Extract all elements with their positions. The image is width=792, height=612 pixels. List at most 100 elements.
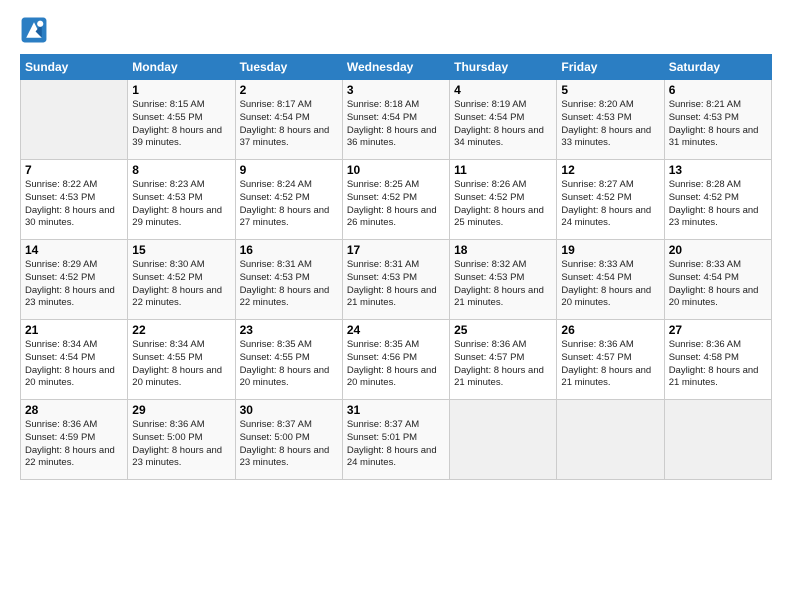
calendar-cell: 24 Sunrise: 8:35 AMSunset: 4:56 PMDayligh… — [342, 320, 449, 400]
week-row-1: 1 Sunrise: 8:15 AMSunset: 4:55 PMDaylight… — [21, 80, 772, 160]
header — [20, 16, 772, 44]
day-info: Sunrise: 8:26 AMSunset: 4:52 PMDaylight:… — [454, 179, 552, 230]
day-number: 4 — [454, 83, 552, 97]
day-header-wednesday: Wednesday — [342, 55, 449, 80]
calendar-container: SundayMondayTuesdayWednesdayThursdayFrid… — [0, 0, 792, 490]
day-info: Sunrise: 8:36 AMSunset: 4:57 PMDaylight:… — [454, 339, 552, 390]
calendar-cell: 7 Sunrise: 8:22 AMSunset: 4:53 PMDaylight… — [21, 160, 128, 240]
day-info: Sunrise: 8:27 AMSunset: 4:52 PMDaylight:… — [561, 179, 659, 230]
day-number: 7 — [25, 163, 123, 177]
day-number: 16 — [240, 243, 338, 257]
day-number: 18 — [454, 243, 552, 257]
calendar-cell: 5 Sunrise: 8:20 AMSunset: 4:53 PMDaylight… — [557, 80, 664, 160]
day-number: 26 — [561, 323, 659, 337]
day-info: Sunrise: 8:32 AMSunset: 4:53 PMDaylight:… — [454, 259, 552, 310]
day-number: 25 — [454, 323, 552, 337]
calendar-cell: 21 Sunrise: 8:34 AMSunset: 4:54 PMDayligh… — [21, 320, 128, 400]
day-info: Sunrise: 8:37 AMSunset: 5:01 PMDaylight:… — [347, 419, 445, 470]
calendar-cell: 31 Sunrise: 8:37 AMSunset: 5:01 PMDayligh… — [342, 400, 449, 480]
logo — [20, 16, 52, 44]
calendar-cell: 12 Sunrise: 8:27 AMSunset: 4:52 PMDayligh… — [557, 160, 664, 240]
calendar-cell: 11 Sunrise: 8:26 AMSunset: 4:52 PMDayligh… — [450, 160, 557, 240]
week-row-2: 7 Sunrise: 8:22 AMSunset: 4:53 PMDaylight… — [21, 160, 772, 240]
calendar-cell: 1 Sunrise: 8:15 AMSunset: 4:55 PMDaylight… — [128, 80, 235, 160]
day-info: Sunrise: 8:35 AMSunset: 4:56 PMDaylight:… — [347, 339, 445, 390]
calendar-cell: 16 Sunrise: 8:31 AMSunset: 4:53 PMDayligh… — [235, 240, 342, 320]
day-info: Sunrise: 8:15 AMSunset: 4:55 PMDaylight:… — [132, 99, 230, 150]
day-info: Sunrise: 8:24 AMSunset: 4:52 PMDaylight:… — [240, 179, 338, 230]
day-info: Sunrise: 8:29 AMSunset: 4:52 PMDaylight:… — [25, 259, 123, 310]
day-number: 24 — [347, 323, 445, 337]
calendar-cell: 18 Sunrise: 8:32 AMSunset: 4:53 PMDayligh… — [450, 240, 557, 320]
day-number: 5 — [561, 83, 659, 97]
day-number: 17 — [347, 243, 445, 257]
calendar-cell — [21, 80, 128, 160]
day-info: Sunrise: 8:36 AMSunset: 4:59 PMDaylight:… — [25, 419, 123, 470]
calendar-cell: 20 Sunrise: 8:33 AMSunset: 4:54 PMDayligh… — [664, 240, 771, 320]
calendar-cell: 6Sunrise: 8:21 AMSunset: 4:53 PMDaylight… — [664, 80, 771, 160]
day-number: 15 — [132, 243, 230, 257]
calendar-cell: 10 Sunrise: 8:25 AMSunset: 4:52 PMDayligh… — [342, 160, 449, 240]
day-info: Sunrise: 8:36 AMSunset: 5:00 PMDaylight:… — [132, 419, 230, 470]
calendar-cell: 17 Sunrise: 8:31 AMSunset: 4:53 PMDayligh… — [342, 240, 449, 320]
day-info: Sunrise: 8:17 AMSunset: 4:54 PMDaylight:… — [240, 99, 338, 150]
day-header-sunday: Sunday — [21, 55, 128, 80]
day-number: 21 — [25, 323, 123, 337]
day-info: Sunrise: 8:19 AMSunset: 4:54 PMDaylight:… — [454, 99, 552, 150]
calendar-cell: 19Sunrise: 8:33 AMSunset: 4:54 PMDayligh… — [557, 240, 664, 320]
day-number: 2 — [240, 83, 338, 97]
calendar-cell: 29 Sunrise: 8:36 AMSunset: 5:00 PMDayligh… — [128, 400, 235, 480]
calendar-cell: 14Sunrise: 8:29 AMSunset: 4:52 PMDayligh… — [21, 240, 128, 320]
day-number: 30 — [240, 403, 338, 417]
day-info: Sunrise: 8:25 AMSunset: 4:52 PMDaylight:… — [347, 179, 445, 230]
calendar-cell: 8Sunrise: 8:23 AMSunset: 4:53 PMDaylight… — [128, 160, 235, 240]
calendar-cell: 4 Sunrise: 8:19 AMSunset: 4:54 PMDaylight… — [450, 80, 557, 160]
day-number: 11 — [454, 163, 552, 177]
calendar-cell: 26 Sunrise: 8:36 AMSunset: 4:57 PMDayligh… — [557, 320, 664, 400]
calendar-cell: 30Sunrise: 8:37 AMSunset: 5:00 PMDayligh… — [235, 400, 342, 480]
day-info: Sunrise: 8:33 AMSunset: 4:54 PMDaylight:… — [669, 259, 767, 310]
day-number: 13 — [669, 163, 767, 177]
day-number: 31 — [347, 403, 445, 417]
day-header-tuesday: Tuesday — [235, 55, 342, 80]
day-info: Sunrise: 8:35 AMSunset: 4:55 PMDaylight:… — [240, 339, 338, 390]
day-number: 27 — [669, 323, 767, 337]
calendar-cell — [450, 400, 557, 480]
day-header-saturday: Saturday — [664, 55, 771, 80]
day-header-friday: Friday — [557, 55, 664, 80]
day-number: 1 — [132, 83, 230, 97]
day-info: Sunrise: 8:30 AMSunset: 4:52 PMDaylight:… — [132, 259, 230, 310]
day-info: Sunrise: 8:31 AMSunset: 4:53 PMDaylight:… — [347, 259, 445, 310]
day-info: Sunrise: 8:20 AMSunset: 4:53 PMDaylight:… — [561, 99, 659, 150]
calendar-cell — [664, 400, 771, 480]
calendar-cell: 28Sunrise: 8:36 AMSunset: 4:59 PMDayligh… — [21, 400, 128, 480]
calendar-cell: 15 Sunrise: 8:30 AMSunset: 4:52 PMDayligh… — [128, 240, 235, 320]
day-number: 19 — [561, 243, 659, 257]
calendar-cell: 2 Sunrise: 8:17 AMSunset: 4:54 PMDaylight… — [235, 80, 342, 160]
day-number: 20 — [669, 243, 767, 257]
calendar-cell: 13Sunrise: 8:28 AMSunset: 4:52 PMDayligh… — [664, 160, 771, 240]
day-info: Sunrise: 8:22 AMSunset: 4:53 PMDaylight:… — [25, 179, 123, 230]
day-info: Sunrise: 8:36 AMSunset: 4:57 PMDaylight:… — [561, 339, 659, 390]
day-info: Sunrise: 8:36 AMSunset: 4:58 PMDaylight:… — [669, 339, 767, 390]
days-header-row: SundayMondayTuesdayWednesdayThursdayFrid… — [21, 55, 772, 80]
day-info: Sunrise: 8:34 AMSunset: 4:54 PMDaylight:… — [25, 339, 123, 390]
week-row-3: 14Sunrise: 8:29 AMSunset: 4:52 PMDayligh… — [21, 240, 772, 320]
day-number: 29 — [132, 403, 230, 417]
day-number: 10 — [347, 163, 445, 177]
week-row-4: 21 Sunrise: 8:34 AMSunset: 4:54 PMDayligh… — [21, 320, 772, 400]
day-number: 22 — [132, 323, 230, 337]
calendar-cell: 22 Sunrise: 8:34 AMSunset: 4:55 PMDayligh… — [128, 320, 235, 400]
calendar-cell: 23Sunrise: 8:35 AMSunset: 4:55 PMDayligh… — [235, 320, 342, 400]
day-number: 12 — [561, 163, 659, 177]
day-info: Sunrise: 8:18 AMSunset: 4:54 PMDaylight:… — [347, 99, 445, 150]
calendar-cell — [557, 400, 664, 480]
logo-icon — [20, 16, 48, 44]
day-number: 8 — [132, 163, 230, 177]
calendar-table: SundayMondayTuesdayWednesdayThursdayFrid… — [20, 54, 772, 480]
day-info: Sunrise: 8:34 AMSunset: 4:55 PMDaylight:… — [132, 339, 230, 390]
day-number: 6 — [669, 83, 767, 97]
calendar-cell: 3Sunrise: 8:18 AMSunset: 4:54 PMDaylight… — [342, 80, 449, 160]
day-info: Sunrise: 8:31 AMSunset: 4:53 PMDaylight:… — [240, 259, 338, 310]
calendar-cell: 25 Sunrise: 8:36 AMSunset: 4:57 PMDayligh… — [450, 320, 557, 400]
